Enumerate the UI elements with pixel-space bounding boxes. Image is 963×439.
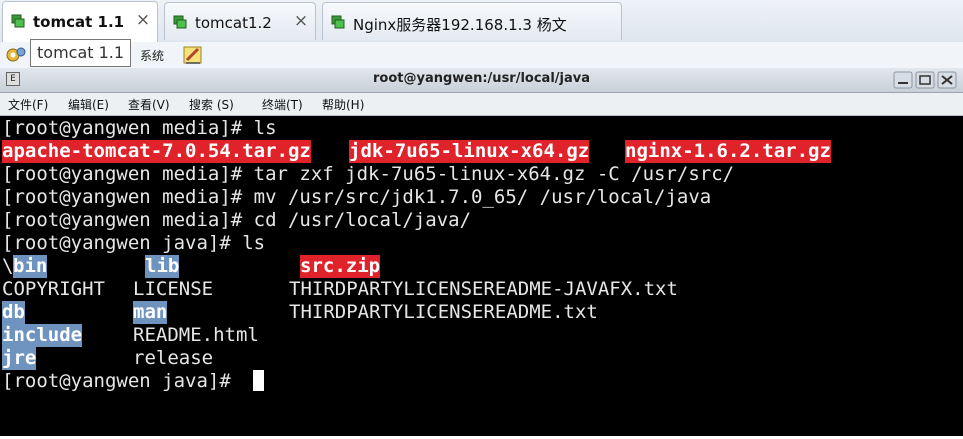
terminal-line: include README.html (2, 324, 962, 347)
maximize-icon[interactable] (915, 71, 935, 89)
toolbar: tomcat 1.1 系统 (0, 39, 963, 69)
tab-label: Nginx服务器192.168.1.3 杨文 (353, 16, 567, 34)
command: ls (253, 117, 277, 139)
window-title-bar: E root@yangwen:/usr/local/java (0, 68, 963, 93)
tab-tomcat-1-1[interactable]: tomcat 1.1 × (2, 1, 158, 42)
terminal-cursor (253, 370, 264, 391)
close-icon[interactable]: × (133, 10, 153, 30)
terminal-line: \ bin lib src.zip (2, 255, 962, 278)
terminal-output[interactable]: [root@yangwen media]# ls apache-tomcat-7… (0, 116, 963, 436)
dir-man: man (133, 301, 168, 324)
terminal-session-icon (331, 15, 345, 29)
terminal-line: [root@yangwen java]# (2, 370, 242, 393)
tab-label: tomcat1.2 (195, 14, 272, 32)
terminal-line: db man THIRDPARTYLICENSEREADME.txt (2, 301, 962, 324)
dir-include: include (2, 324, 83, 347)
menu-help[interactable]: 帮助(H) (322, 96, 364, 113)
close-icon[interactable]: × (291, 11, 311, 31)
close-window-icon[interactable] (937, 71, 957, 89)
command: mv /usr/src/jdk1.7.0_65/ /usr/local/java (253, 186, 712, 208)
terminal-session-icon (11, 14, 25, 28)
edit-pencil-icon[interactable] (182, 44, 204, 66)
menu-search[interactable]: 搜索 (S) (189, 96, 234, 113)
window-title: root@yangwen:/usr/local/java (372, 71, 591, 86)
terminal-line: [root@yangwen java]# ls (2, 232, 265, 255)
file-archive-nginx: nginx-1.6.2.tar.gz (625, 140, 831, 163)
terminal-line: [root@yangwen media]# tar zxf jdk-7u65-l… (2, 163, 734, 186)
file-thirdparty-javafx: THIRDPARTYLICENSEREADME-JAVAFX.txt (289, 278, 678, 300)
minimize-icon[interactable] (893, 71, 913, 89)
file-readme: README.html (133, 324, 259, 346)
dir-bin: bin (13, 255, 48, 278)
file-license: LICENSE (133, 278, 214, 300)
file-copyright: COPYRIGHT (2, 278, 105, 300)
menu-terminal[interactable]: 终端(T) (262, 96, 303, 113)
dir-db: db (2, 301, 25, 324)
file-archive-tomcat: apache-tomcat-7.0.54.tar.gz (2, 140, 311, 163)
prompt: [root@yangwen media]# (2, 163, 254, 185)
prompt: [root@yangwen media]# (2, 117, 254, 139)
tab-label: tomcat 1.1 (33, 13, 125, 31)
terminal-session-icon (173, 15, 187, 29)
terminal-line: apache-tomcat-7.0.54.tar.gz jdk-7u65-lin… (2, 140, 962, 163)
system-menu-label[interactable]: 系统 (140, 47, 164, 64)
file-archive-src-zip: src.zip (300, 255, 381, 278)
command: ls (242, 232, 266, 254)
menu-file[interactable]: 文件(F) (8, 96, 48, 113)
dir-jre: jre (2, 347, 37, 370)
prompt: [root@yangwen media]# (2, 186, 254, 208)
file-release: release (133, 347, 214, 369)
tab-nginx-server[interactable]: Nginx服务器192.168.1.3 杨文 (322, 2, 622, 40)
terminal-line: jre release (2, 347, 962, 370)
dir-lib: lib (145, 255, 180, 278)
tab-tomcat1-2[interactable]: tomcat1.2 × (164, 2, 316, 40)
prompt: [root@yangwen media]# (2, 209, 254, 231)
tab-tooltip: tomcat 1.1 (30, 39, 132, 67)
file-archive-jdk: jdk-7u65-linux-x64.gz (349, 140, 590, 163)
menu-view[interactable]: 查看(V) (128, 96, 170, 113)
window-controls (893, 71, 957, 89)
menu-bar: 文件(F) 编辑(E) 查看(V) 搜索 (S) 终端(T) 帮助(H) (0, 93, 963, 116)
sessions-icon[interactable] (5, 44, 27, 66)
line-lead-char: \ (2, 255, 14, 277)
terminal-line: [root@yangwen media]# cd /usr/local/java… (2, 209, 471, 232)
command: cd /usr/local/java/ (253, 209, 472, 231)
terminal-line: [root@yangwen media]# mv /usr/src/jdk1.7… (2, 186, 711, 209)
terminal-line: COPYRIGHT LICENSE THIRDPARTYLICENSEREADM… (2, 278, 962, 301)
prompt: [root@yangwen java]# (2, 232, 243, 254)
terminal-line: [root@yangwen media]# ls (2, 117, 277, 140)
menu-edit[interactable]: 编辑(E) (68, 96, 109, 113)
command: tar zxf jdk-7u65-linux-x64.gz -C /usr/sr… (253, 163, 735, 185)
file-thirdparty: THIRDPARTYLICENSEREADME.txt (289, 301, 598, 323)
tab-bar: tomcat 1.1 × tomcat1.2 × Nginx服务器192.168… (0, 0, 963, 42)
prompt: [root@yangwen java]# (2, 370, 243, 392)
